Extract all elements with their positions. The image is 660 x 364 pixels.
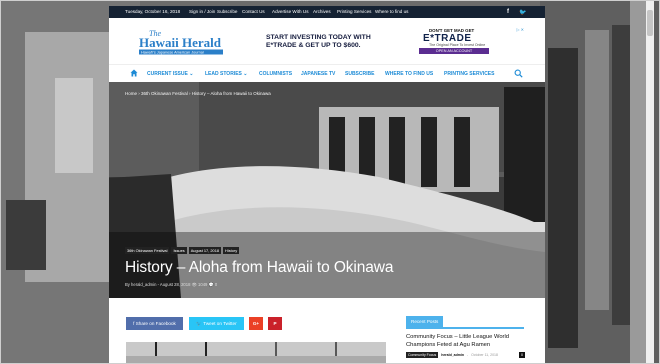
- browser-window: Tuesday, October 16, 2018 Sign in / Join…: [0, 0, 660, 364]
- window-frame: [0, 0, 660, 364]
